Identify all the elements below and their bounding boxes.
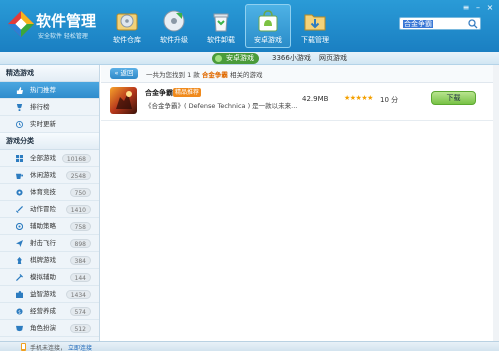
main-scrollbar[interactable] bbox=[493, 65, 499, 341]
plane-icon bbox=[16, 240, 23, 247]
results-summary: 一共为您找到 1 款 合金争霸 相关的游戏 bbox=[146, 71, 263, 79]
subtab-web-games[interactable]: 网页游戏 bbox=[319, 53, 347, 64]
window-controls: ≡ – × bbox=[459, 3, 495, 12]
sidebar-item-casual[interactable]: 休闲游戏 2548 bbox=[0, 167, 99, 184]
phone-status-text: 手机未连接， bbox=[30, 345, 67, 351]
category-count: 10168 bbox=[61, 154, 91, 163]
sidebar-item-simulation[interactable]: 模拟辅助 144 bbox=[0, 269, 99, 286]
status-bar: 手机未连接， 立即连接 bbox=[0, 341, 499, 351]
sidebar-item-updates[interactable]: 实时更新 bbox=[0, 116, 99, 133]
trophy-icon bbox=[16, 104, 23, 111]
category-count: 2548 bbox=[65, 171, 91, 180]
sidebar-item-hot[interactable]: 热门推荐 bbox=[0, 82, 99, 99]
category-count: 1434 bbox=[65, 290, 91, 299]
sidebar-item-puzzle[interactable]: 益智游戏 1434 bbox=[0, 286, 99, 303]
menu-icon[interactable]: ≡ bbox=[461, 3, 471, 12]
title-bar: 软件管理 安全软件 轻松管理 软件仓库 软件升级 软件卸载 安卓游戏 下载管理 … bbox=[0, 0, 499, 52]
svg-text:$: $ bbox=[18, 309, 21, 315]
game-size: 42.9MB bbox=[302, 95, 329, 103]
clock-icon bbox=[16, 121, 23, 128]
toolbar-software-uninstall[interactable]: 软件卸载 bbox=[198, 4, 244, 48]
rating-stars-icon: ★★★★★ bbox=[344, 94, 373, 102]
android-shopping-bag-icon bbox=[258, 10, 278, 32]
sidebar-item-rpg[interactable]: 角色扮演 512 bbox=[0, 320, 99, 337]
category-count: 384 bbox=[69, 256, 91, 265]
featured-badge: 精品推荐 bbox=[173, 88, 202, 97]
cup-icon bbox=[16, 173, 23, 179]
mask-icon bbox=[16, 325, 23, 332]
app-subtitle: 安全软件 轻松管理 bbox=[38, 33, 88, 40]
search-box[interactable]: 合金争霸 bbox=[399, 17, 481, 30]
sidebar-item-board[interactable]: 棋牌游戏 384 bbox=[0, 252, 99, 269]
sidebar-item-management[interactable]: $ 经营养成 574 bbox=[0, 303, 99, 320]
subtab-bar: 安卓游戏 3366小游戏 网页游戏 bbox=[0, 52, 499, 65]
category-count: 898 bbox=[69, 239, 91, 248]
android-ball-icon bbox=[215, 55, 222, 62]
app-logo-icon bbox=[8, 11, 34, 37]
recycle-bin-icon bbox=[213, 13, 229, 32]
search-keyword: 合金争霸 bbox=[201, 71, 228, 79]
sidebar: 精选游戏 热门推荐 排行榜 实时更新 游戏分类 全部游戏 10168 休闲游戏 … bbox=[0, 65, 100, 341]
back-button[interactable]: « 返回 bbox=[110, 68, 138, 79]
toolbar-software-upgrade[interactable]: 软件升级 bbox=[151, 4, 197, 48]
puzzle-icon bbox=[16, 291, 23, 298]
sidebar-item-action[interactable]: 动作冒险 1410 bbox=[0, 201, 99, 218]
category-count: 512 bbox=[69, 324, 91, 333]
coin-icon: $ bbox=[16, 308, 23, 315]
close-icon[interactable]: × bbox=[485, 3, 495, 12]
sword-icon bbox=[16, 206, 23, 213]
sidebar-item-shooting[interactable]: 射击飞行 898 bbox=[0, 235, 99, 252]
category-count: 574 bbox=[69, 307, 91, 316]
sidebar-section-categories: 游戏分类 bbox=[0, 133, 99, 150]
sidebar-section-featured: 精选游戏 bbox=[0, 65, 99, 82]
main-content: « 返回 一共为您找到 1 款 合金争霸 相关的游戏 合金争霸 精品推荐 《合金… bbox=[101, 65, 499, 341]
toolbar-download-manager[interactable]: 下载管理 bbox=[292, 4, 338, 48]
subtab-3366-games[interactable]: 3366小游戏 bbox=[272, 53, 311, 64]
main-toolbar: 软件仓库 软件升级 软件卸载 安卓游戏 下载管理 bbox=[104, 4, 339, 52]
game-description: 《合金争霸》( Defense Technica ) 是一款以未来... bbox=[145, 102, 298, 110]
category-count: 758 bbox=[69, 222, 91, 231]
tool-icon bbox=[16, 274, 23, 281]
disc-box-icon bbox=[116, 13, 138, 31]
strategy-icon bbox=[16, 223, 23, 230]
rating-score: 10 分 bbox=[380, 96, 399, 104]
sidebar-item-strategy[interactable]: 辅助策略 758 bbox=[0, 218, 99, 235]
search-input[interactable]: 合金争霸 bbox=[403, 20, 433, 28]
category-count: 144 bbox=[69, 273, 91, 282]
download-folder-icon bbox=[304, 14, 326, 31]
subtab-android-games[interactable]: 安卓游戏 bbox=[212, 53, 259, 64]
ball-icon bbox=[16, 189, 23, 196]
connect-now-link[interactable]: 立即连接 bbox=[68, 343, 92, 351]
category-count: 1410 bbox=[65, 205, 91, 214]
toolbar-software-store[interactable]: 软件仓库 bbox=[104, 4, 150, 48]
sidebar-item-sports[interactable]: 体育竞技 750 bbox=[0, 184, 99, 201]
grid-icon bbox=[16, 155, 23, 162]
toolbar-android-games[interactable]: 安卓游戏 bbox=[245, 4, 291, 48]
game-name[interactable]: 合金争霸 bbox=[145, 88, 173, 98]
download-button[interactable]: 下载 bbox=[431, 91, 476, 105]
chess-icon bbox=[17, 257, 22, 264]
results-info-bar: « 返回 一共为您找到 1 款 合金争霸 相关的游戏 bbox=[101, 65, 499, 83]
game-result-row[interactable]: 合金争霸 精品推荐 《合金争霸》( Defense Technica ) 是一款… bbox=[101, 83, 499, 121]
sidebar-item-all[interactable]: 全部游戏 10168 bbox=[0, 150, 99, 167]
sidebar-item-ranking[interactable]: 排行榜 bbox=[0, 99, 99, 116]
category-count: 750 bbox=[69, 188, 91, 197]
app-title: 软件管理 bbox=[36, 12, 97, 30]
cd-upgrade-icon bbox=[163, 10, 185, 32]
phone-icon bbox=[21, 343, 26, 351]
thumbs-up-icon bbox=[16, 87, 23, 94]
search-icon[interactable] bbox=[468, 19, 478, 29]
minimize-icon[interactable]: – bbox=[473, 3, 483, 12]
game-thumbnail bbox=[110, 87, 137, 114]
